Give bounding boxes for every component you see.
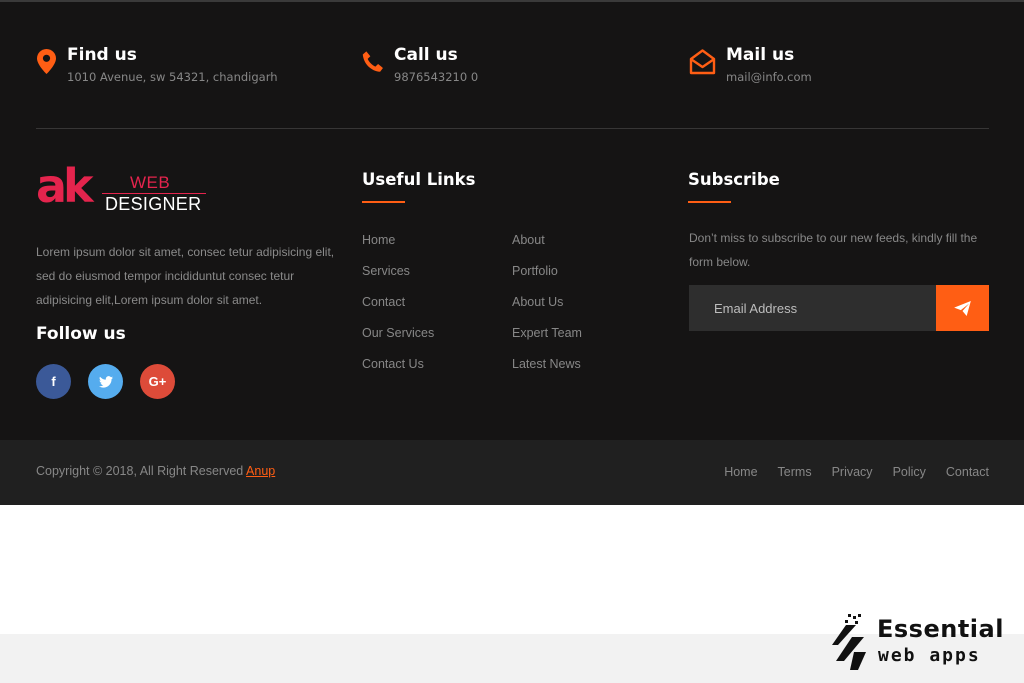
- contact-title: Mail us: [726, 45, 795, 65]
- section-divider: [36, 128, 989, 129]
- footer-menu-policy[interactable]: Policy: [893, 465, 926, 479]
- footer-section: Find us 1010 Avenue, sw 54321, chandigar…: [0, 0, 1024, 440]
- useful-links-title: Useful Links: [362, 170, 475, 203]
- heading-underline: [362, 201, 405, 203]
- copyright-bar: Copyright © 2018, All Right Reserved Anu…: [0, 440, 1024, 505]
- contact-text: mail@info.com: [726, 70, 812, 84]
- twitter-icon[interactable]: [88, 364, 123, 399]
- about-text: Lorem ipsum dolor sit amet, consec tetur…: [36, 245, 335, 307]
- watermark-logo: Essential web apps: [832, 612, 1012, 674]
- contact-mail-us: Mail us mail@info.com: [688, 44, 812, 87]
- top-border: [0, 0, 1024, 2]
- link-portfolio[interactable]: Portfolio: [512, 256, 662, 287]
- watermark-line-1: Essential: [877, 615, 1004, 643]
- contact-call-us: Call us 9876543210 0: [361, 44, 478, 87]
- link-contact-us[interactable]: Contact Us: [362, 349, 512, 380]
- follow-title: Follow us: [36, 324, 126, 344]
- logo-line-2: DESIGNER: [105, 194, 202, 214]
- useful-links-col-1: Home Services Contact Our Services Conta…: [362, 225, 512, 380]
- subscribe-form: [689, 285, 989, 331]
- footer-menu-privacy[interactable]: Privacy: [832, 465, 873, 479]
- link-home[interactable]: Home: [362, 225, 512, 256]
- google-plus-icon[interactable]: G+: [140, 364, 175, 399]
- email-input[interactable]: [689, 285, 936, 331]
- contact-text: 9876543210 0: [394, 70, 479, 84]
- footer-menu: Home Terms Privacy Policy Contact: [724, 465, 989, 479]
- map-marker-icon: [34, 44, 58, 76]
- heading-underline: [688, 201, 731, 203]
- link-contact[interactable]: Contact: [362, 287, 512, 318]
- watermark-line-2: web apps: [878, 645, 981, 666]
- social-links: f G+: [36, 364, 175, 399]
- envelope-open-icon: [688, 44, 717, 76]
- copyright-text: Copyright © 2018, All Right Reserved Anu…: [36, 464, 276, 478]
- site-logo[interactable]: ak WEB DESIGNER: [36, 159, 211, 214]
- facebook-icon[interactable]: f: [36, 364, 71, 399]
- logo-mark: ak: [36, 159, 94, 213]
- essential-web-apps-logo-icon: [832, 614, 866, 670]
- link-about[interactable]: About: [512, 225, 662, 256]
- subscribe-title: Subscribe: [688, 170, 780, 203]
- footer-menu-contact[interactable]: Contact: [946, 465, 989, 479]
- contact-text: 1010 Avenue, sw 54321, chandigarh: [67, 70, 278, 84]
- link-latest-news[interactable]: Latest News: [512, 349, 662, 380]
- phone-icon: [361, 44, 385, 76]
- contact-find-us: Find us 1010 Avenue, sw 54321, chandigar…: [34, 44, 278, 87]
- subscribe-text: Don’t miss to subscribe to our new feeds…: [689, 231, 978, 269]
- link-expert-team[interactable]: Expert Team: [512, 318, 662, 349]
- logo-line-1: WEB: [130, 173, 171, 192]
- link-services[interactable]: Services: [362, 256, 512, 287]
- useful-links-col-2: About Portfolio About Us Expert Team Lat…: [512, 225, 662, 380]
- link-our-services[interactable]: Our Services: [362, 318, 512, 349]
- copyright-brand-link[interactable]: Anup: [246, 464, 275, 478]
- footer-menu-home[interactable]: Home: [724, 465, 757, 479]
- subscribe-button[interactable]: [936, 285, 989, 331]
- footer-menu-terms[interactable]: Terms: [778, 465, 812, 479]
- contact-title: Call us: [394, 45, 458, 65]
- contact-title: Find us: [67, 45, 137, 65]
- link-about-us[interactable]: About Us: [512, 287, 662, 318]
- send-icon: [954, 300, 971, 316]
